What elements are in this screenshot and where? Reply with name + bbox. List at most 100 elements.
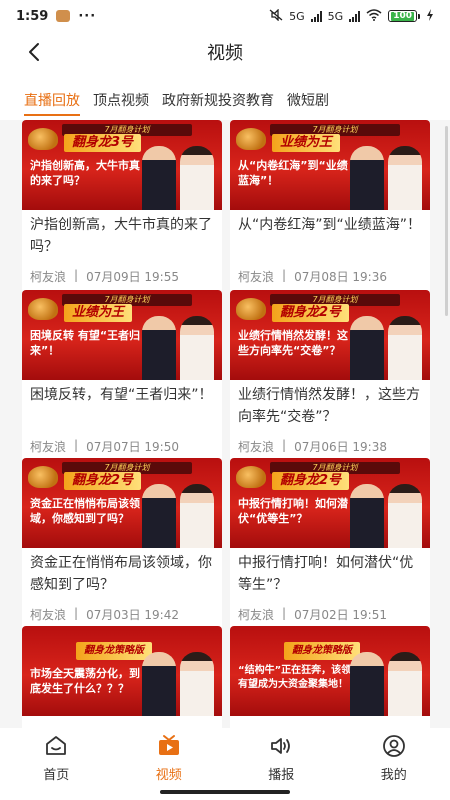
thumb-headline: 从“内卷红海”到“业绩蓝海”！ bbox=[238, 159, 348, 187]
video-thumbnail[interactable]: 7月翻身计划 翻身龙2号 资金正在悄悄布局该领域，你感知到了吗？ bbox=[22, 458, 222, 548]
thumb-brand: 翻身龙2号 bbox=[272, 304, 350, 322]
status-bar: 1:59 ··· 5G 5G 100 bbox=[0, 0, 450, 32]
video-author: 柯友浪 bbox=[238, 270, 275, 284]
nav-home[interactable]: 首页 bbox=[21, 734, 91, 783]
video-thumbnail[interactable]: 翻身龙策略版 市场全天震荡分化，到底发生了什么？？？ bbox=[22, 626, 222, 716]
nav-video[interactable]: 视频 bbox=[134, 734, 204, 783]
thumb-brand: 翻身龙2号 bbox=[272, 472, 350, 490]
network-type-label-2: 5G bbox=[327, 9, 344, 23]
chevron-left-icon bbox=[29, 43, 39, 61]
video-title[interactable]: 业绩行情悄然发酵！，这些方向率先“交卷”？ bbox=[230, 380, 430, 432]
host-image bbox=[142, 484, 176, 548]
video-title[interactable] bbox=[230, 716, 430, 728]
video-title[interactable]: 沪指创新高，大牛市真的来了吗？ bbox=[22, 210, 222, 262]
nav-profile[interactable]: 我的 bbox=[359, 734, 429, 783]
page-title: 视频 bbox=[207, 43, 243, 64]
video-title[interactable]: 中报行情打响！如何潜伏“优等生”？ bbox=[230, 548, 430, 600]
thumb-brand: 翻身龙2号 bbox=[64, 472, 142, 490]
video-author: 柯友浪 bbox=[238, 440, 275, 454]
meta-divider: | bbox=[282, 268, 287, 282]
host-image bbox=[142, 652, 176, 716]
video-time: 07月09日 19:55 bbox=[86, 270, 179, 284]
video-time: 07月08日 19:36 bbox=[294, 270, 387, 284]
host-image bbox=[388, 484, 422, 548]
meta-divider: | bbox=[74, 268, 79, 282]
header: 视频 bbox=[0, 32, 450, 72]
thumb-brand: 业绩为王 bbox=[64, 304, 133, 322]
thumb-brand: 翻身龙策略版 bbox=[76, 642, 152, 660]
nav-broadcast-label: 播报 bbox=[268, 768, 295, 783]
wifi-icon bbox=[366, 8, 382, 24]
tab-top-videos[interactable]: 顶点视频 bbox=[93, 90, 149, 110]
video-meta: 柯友浪 | 07月08日 19:36 bbox=[230, 262, 430, 293]
video-author: 柯友浪 bbox=[30, 608, 67, 622]
video-grid[interactable]: 7月翻身计划 翻身龙3号 沪指创新高，大牛市真的来了吗？ 沪指创新高，大牛市真的… bbox=[0, 120, 450, 728]
video-card[interactable]: 7月翻身计划 业绩为王 从“内卷红海”到“业绩蓝海”！ 从“内卷红海”到“业绩蓝… bbox=[230, 120, 430, 293]
video-thumbnail[interactable]: 7月翻身计划 业绩为王 从“内卷红海”到“业绩蓝海”！ bbox=[230, 120, 430, 210]
thumb-headline: “结构牛”正在狂奔，该领域有望成为大资金聚集地！ bbox=[238, 665, 362, 690]
home-indicator[interactable] bbox=[160, 790, 290, 794]
video-title[interactable]: 资金正在悄悄布局该领域，你感知到了吗？ bbox=[22, 548, 222, 600]
video-author: 柯友浪 bbox=[30, 270, 67, 284]
video-title[interactable]: 困境反转，有望“王者归来”！ bbox=[22, 380, 222, 432]
tab-live-replay[interactable]: 直播回放 bbox=[24, 90, 80, 116]
video-thumbnail[interactable]: 7月翻身计划 翻身龙3号 沪指创新高，大牛市真的来了吗？ bbox=[22, 120, 222, 210]
thumb-brand: 翻身龙3号 bbox=[64, 134, 142, 152]
video-card[interactable]: 翻身龙策略版 市场全天震荡分化，到底发生了什么？？？ bbox=[22, 626, 222, 728]
thumb-brand: 业绩为王 bbox=[272, 134, 341, 152]
video-card[interactable]: 7月翻身计划 翻身龙2号 资金正在悄悄布局该领域，你感知到了吗？ 资金正在悄悄布… bbox=[22, 458, 222, 631]
thumb-brand: 翻身龙策略版 bbox=[284, 642, 360, 660]
video-thumbnail[interactable]: 翻身龙策略版 “结构牛”正在狂奔，该领域有望成为大资金聚集地！ bbox=[230, 626, 430, 716]
nav-home-label: 首页 bbox=[43, 768, 70, 783]
video-author: 柯友浪 bbox=[238, 608, 275, 622]
video-thumbnail[interactable]: 7月翻身计划 翻身龙2号 业绩行情悄然发酵！这些方向率先“交卷”？ bbox=[230, 290, 430, 380]
video-time: 07月06日 19:38 bbox=[294, 440, 387, 454]
thumb-headline: 中报行情打响！如何潜伏“优等生”？ bbox=[238, 497, 348, 525]
tab-policy-education[interactable]: 政府新规投资教育 bbox=[162, 90, 274, 110]
mute-icon bbox=[269, 7, 283, 24]
video-author: 柯友浪 bbox=[30, 440, 67, 454]
bull-logo-icon bbox=[28, 298, 58, 320]
more-notifications-icon: ··· bbox=[78, 8, 97, 24]
thumb-headline: 市场全天震荡分化，到底发生了什么？？？ bbox=[30, 667, 140, 695]
meta-divider: | bbox=[282, 606, 287, 620]
video-card[interactable]: 翻身龙策略版 “结构牛”正在狂奔，该领域有望成为大资金聚集地！ bbox=[230, 626, 430, 728]
nav-profile-label: 我的 bbox=[380, 768, 407, 783]
thumb-headline: 困境反转 有望“王者归来”！ bbox=[30, 329, 141, 357]
nav-video-label: 视频 bbox=[155, 768, 182, 783]
video-card[interactable]: 7月翻身计划 翻身龙3号 沪指创新高，大牛市真的来了吗？ 沪指创新高，大牛市真的… bbox=[22, 120, 222, 293]
battery-level: 100 bbox=[391, 10, 414, 21]
bull-logo-icon bbox=[236, 298, 266, 320]
app-notification-icon bbox=[56, 10, 71, 22]
status-time: 1:59 bbox=[16, 8, 49, 24]
bull-logo-icon bbox=[28, 466, 58, 488]
bull-logo-icon bbox=[236, 466, 266, 488]
video-card[interactable]: 7月翻身计划 业绩为王 困境反转 有望“王者归来”！ 困境反转，有望“王者归来”… bbox=[22, 290, 222, 463]
host-image bbox=[350, 316, 384, 380]
video-title[interactable] bbox=[22, 716, 222, 728]
host-image bbox=[142, 146, 176, 210]
meta-divider: | bbox=[74, 606, 79, 620]
host-image bbox=[388, 316, 422, 380]
bull-logo-icon bbox=[236, 128, 266, 150]
thumb-headline: 沪指创新高，大牛市真的来了吗？ bbox=[30, 159, 140, 187]
video-title[interactable]: 从“内卷红海”到“业绩蓝海”！ bbox=[230, 210, 430, 262]
nav-broadcast[interactable]: 播报 bbox=[246, 734, 316, 783]
video-card[interactable]: 7月翻身计划 翻身龙2号 业绩行情悄然发酵！这些方向率先“交卷”？ 业绩行情悄然… bbox=[230, 290, 430, 463]
video-thumbnail[interactable]: 7月翻身计划 翻身龙2号 中报行情打响！如何潜伏“优等生”？ bbox=[230, 458, 430, 548]
host-image bbox=[180, 146, 214, 210]
back-button[interactable] bbox=[20, 38, 48, 66]
video-icon bbox=[158, 735, 179, 755]
host-image bbox=[388, 146, 422, 210]
host-image bbox=[350, 146, 384, 210]
scrollbar[interactable] bbox=[445, 126, 448, 316]
video-thumbnail[interactable]: 7月翻身计划 业绩为王 困境反转 有望“王者归来”！ bbox=[22, 290, 222, 380]
category-tabs: 直播回放 顶点视频 政府新规投资教育 微短剧 bbox=[0, 86, 450, 116]
video-card[interactable]: 7月翻身计划 翻身龙2号 中报行情打响！如何潜伏“优等生”？ 中报行情打响！如何… bbox=[230, 458, 430, 631]
tab-micro-drama[interactable]: 微短剧 bbox=[287, 90, 329, 110]
bull-logo-icon bbox=[28, 128, 58, 150]
home-icon bbox=[46, 736, 67, 755]
signal-icon-2 bbox=[349, 10, 361, 22]
video-time: 07月03日 19:42 bbox=[86, 608, 179, 622]
video-time: 07月02日 19:51 bbox=[294, 608, 387, 622]
